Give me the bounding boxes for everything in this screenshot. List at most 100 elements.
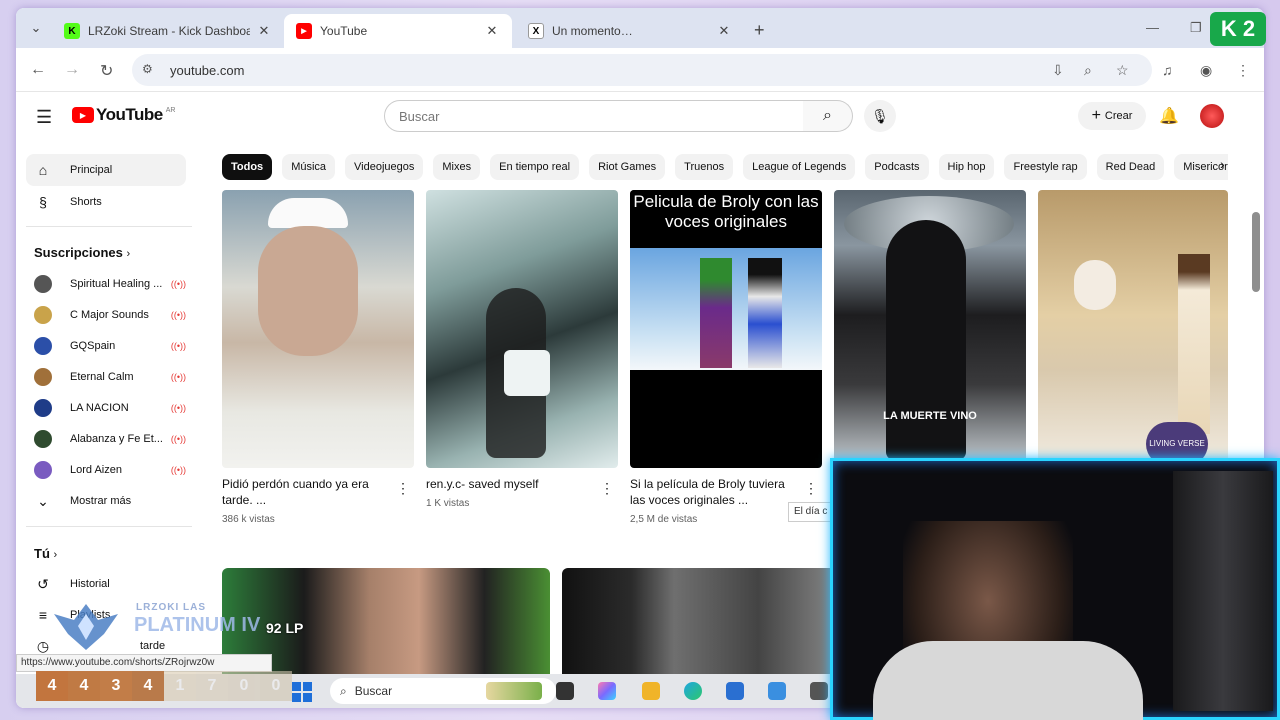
search-placeholder: Buscar (399, 108, 440, 124)
hamburger-menu-icon[interactable]: ☰ (36, 107, 52, 128)
tab-youtube[interactable]: ▶ YouTube ✕ (284, 14, 512, 48)
channel-avatar (34, 461, 52, 479)
chip-freestyle-rap[interactable]: Freestyle rap (1004, 154, 1087, 180)
sidebar-item-label: GQSpain (70, 340, 116, 352)
sidebar-divider (26, 526, 192, 527)
tab-title: LRZoki Stream - Kick Dashboard (88, 24, 250, 38)
chip-podcasts[interactable]: Podcasts (865, 154, 929, 180)
chevron-right-icon[interactable]: › (1220, 156, 1225, 172)
reload-icon[interactable]: ↻ (100, 61, 113, 81)
chip-red-dead[interactable]: Red Dead (1096, 154, 1165, 180)
chip-todos[interactable]: Todos (222, 154, 273, 180)
sidebar-item-label: Principal (70, 164, 113, 176)
maximize-icon[interactable]: ❐ (1190, 20, 1202, 36)
chip-mixes[interactable]: Mixes (433, 154, 481, 180)
channel-avatar (34, 368, 52, 386)
tooltip: El día c (788, 502, 832, 522)
app-icon[interactable] (810, 682, 828, 700)
voice-search-button[interactable]: 🎙 (864, 100, 896, 132)
chip-truenos[interactable]: Truenos (675, 154, 734, 180)
sidebar-item-label: Shorts (70, 196, 102, 208)
more-options-icon[interactable]: ⋮ (396, 480, 410, 497)
new-tab-button[interactable]: + (754, 20, 765, 41)
baby-figure (1074, 260, 1116, 310)
address-bar-row: ← → ↻ ⚙ youtube.com ⇩ ⌕ ☆ ♫ ◉ ⋮ (16, 48, 1264, 92)
more-options-icon[interactable]: ⋮ (804, 480, 818, 497)
sidebar-item-label: C Major Sounds (70, 309, 149, 321)
close-tab-icon[interactable]: ✕ (484, 23, 500, 39)
sidebar-item-shorts[interactable]: § Shorts (26, 186, 186, 218)
tab-search-dropdown[interactable]: ⌄ (24, 16, 48, 40)
media-controls-icon[interactable]: ♫ (1162, 62, 1173, 78)
sidebar-item-subscription[interactable]: LA NACION ((•)) (26, 392, 186, 424)
pope-cap (268, 198, 348, 228)
store-icon[interactable] (726, 682, 744, 700)
back-icon[interactable]: ← (30, 61, 46, 79)
user-avatar[interactable] (1200, 104, 1224, 128)
bookmark-star-icon[interactable]: ☆ (1116, 62, 1129, 79)
you-title: Tú (34, 546, 50, 561)
url-text: youtube.com (170, 62, 245, 78)
chip-en-tiempo-real[interactable]: En tiempo real (490, 154, 580, 180)
sidebar-item-principal[interactable]: ⌂ Principal (26, 154, 186, 186)
match-result-box: 0 (228, 671, 260, 701)
forward-icon[interactable]: → (64, 61, 80, 79)
sidebar-item-subscription[interactable]: Alabanza y Fe Et... ((•)) (26, 423, 186, 455)
video-title[interactable]: Pidió perdón cuando ya era tarde. ... (222, 476, 392, 508)
profile-icon[interactable]: ◉ (1200, 62, 1212, 79)
edge-icon[interactable] (684, 682, 702, 700)
search-icon: ⌕ (340, 683, 347, 698)
video-thumbnail[interactable] (222, 190, 414, 468)
chip-league-of-legends[interactable]: League of Legends (743, 154, 856, 180)
video-thumbnail[interactable]: LIVING VERSE (1038, 190, 1228, 468)
video-thumbnail[interactable]: Pelicula de Broly con las voces original… (630, 190, 822, 468)
task-view-icon[interactable] (556, 682, 574, 700)
country-code: AR (165, 106, 176, 114)
video-title[interactable]: ren.y.c- saved myself (426, 476, 596, 492)
tab-kick[interactable]: K LRZoki Stream - Kick Dashboard ✕ (52, 14, 284, 48)
sidebar-item-historial[interactable]: ↺ Historial (26, 568, 186, 600)
sidebar-item-subscription[interactable]: Spiritual Healing ... ((•)) (26, 268, 186, 300)
you-header[interactable]: Tú › (34, 546, 57, 561)
sidebar-item-subscription[interactable]: GQSpain ((•)) (26, 330, 186, 362)
app-icon[interactable] (768, 682, 786, 700)
scrollbar-thumb[interactable] (1252, 212, 1260, 292)
file-explorer-icon[interactable] (642, 682, 660, 700)
home-icon: ⌂ (38, 162, 48, 178)
video-title[interactable]: Si la película de Broly tuviera las voce… (630, 476, 800, 508)
install-app-icon[interactable]: ⇩ (1052, 62, 1064, 79)
search-input[interactable]: Buscar (384, 100, 804, 132)
close-tab-icon[interactable]: ✕ (716, 23, 732, 39)
youtube-logo[interactable]: ▶ YouTube AR (72, 105, 175, 125)
show-more-button[interactable]: ⌄ Mostrar más (26, 485, 186, 517)
live-icon: ((•)) (170, 372, 186, 382)
sidebar-item-subscription[interactable]: Eternal Calm ((•)) (26, 361, 186, 393)
minimize-icon[interactable]: — (1146, 20, 1159, 35)
subscriptions-header[interactable]: Suscripciones › (34, 245, 130, 260)
menu-icon[interactable]: ⋮ (1236, 62, 1250, 79)
filter-chips-bar: Todos Música Videojuegos Mixes En tiempo rea… (222, 154, 1228, 180)
site-info-icon[interactable]: ⚙ (142, 62, 158, 78)
streamer-name: LRZOKI LAS (136, 602, 206, 613)
create-button[interactable]: + Crear (1078, 102, 1146, 130)
url-field[interactable]: ⚙ youtube.com (132, 54, 1152, 86)
sidebar-item-subscription[interactable]: C Major Sounds ((•)) (26, 299, 186, 331)
chip-videojuegos[interactable]: Videojuegos (345, 154, 424, 180)
notifications-bell-icon[interactable]: 🔔 (1159, 106, 1179, 126)
video-thumbnail[interactable] (426, 190, 618, 468)
more-options-icon[interactable]: ⋮ (600, 480, 614, 497)
character-vegeta (748, 258, 782, 368)
thumbnail-overlay-text: Pelicula de Broly con las voces original… (630, 190, 822, 250)
chip-riot-games[interactable]: Riot Games (589, 154, 666, 180)
zoom-icon[interactable]: ⌕ (1084, 62, 1092, 79)
search-button[interactable]: ⌕ (803, 100, 853, 132)
copilot-icon[interactable] (598, 682, 616, 700)
chip-música[interactable]: Música (282, 154, 336, 180)
jesus-figure (1178, 254, 1210, 434)
video-thumbnail[interactable]: LA MUERTE VINO (834, 190, 1026, 468)
close-tab-icon[interactable]: ✕ (256, 23, 272, 39)
history-icon: ↺ (37, 575, 49, 592)
chip-hip-hop[interactable]: Hip hop (938, 154, 995, 180)
tab-x[interactable]: X Un momento… ✕ (516, 14, 744, 48)
sidebar-item-subscription[interactable]: Lord Aizen ((•)) (26, 454, 186, 486)
